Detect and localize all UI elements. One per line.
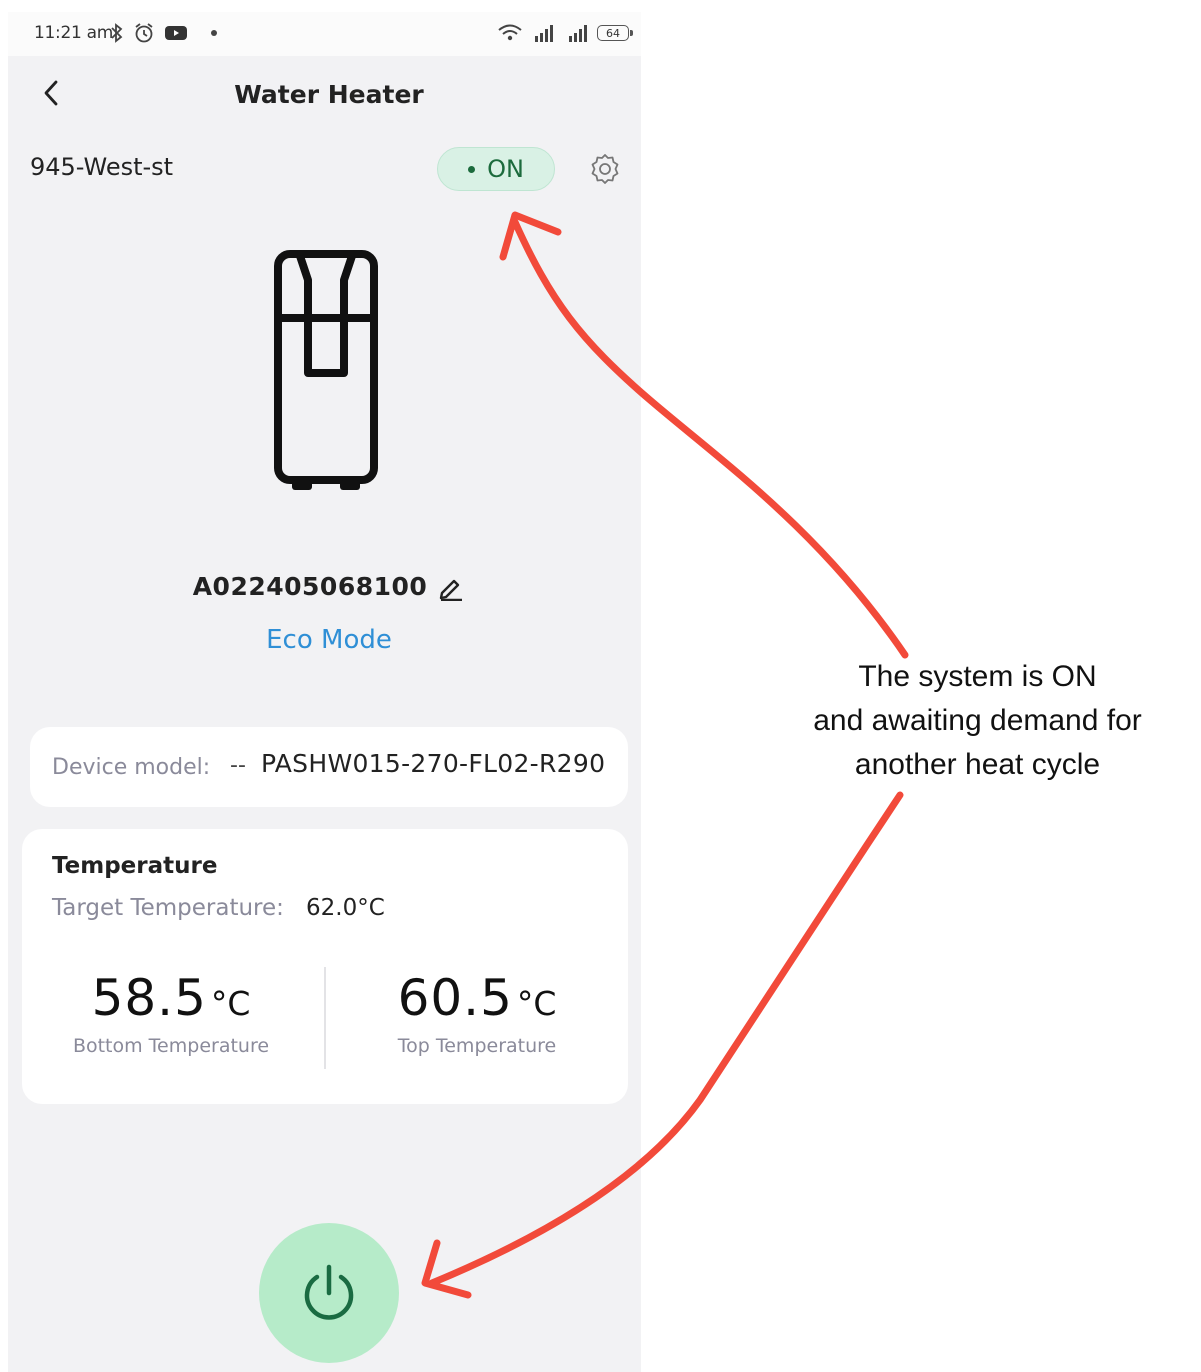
stage: 11:21 am 64 Water Heater 945-West-st ON …: [0, 0, 1201, 1372]
annotation-text: The system is ON and awaiting demand for…: [760, 655, 1195, 787]
annotation-line-1: The system is ON: [858, 660, 1097, 693]
arrow-to-status: [511, 218, 909, 659]
annotation-line-3: another heat cycle: [854, 748, 1101, 781]
annotation-line-2: and awaiting demand for: [813, 704, 1142, 737]
arrow-to-power: [428, 791, 904, 1287]
